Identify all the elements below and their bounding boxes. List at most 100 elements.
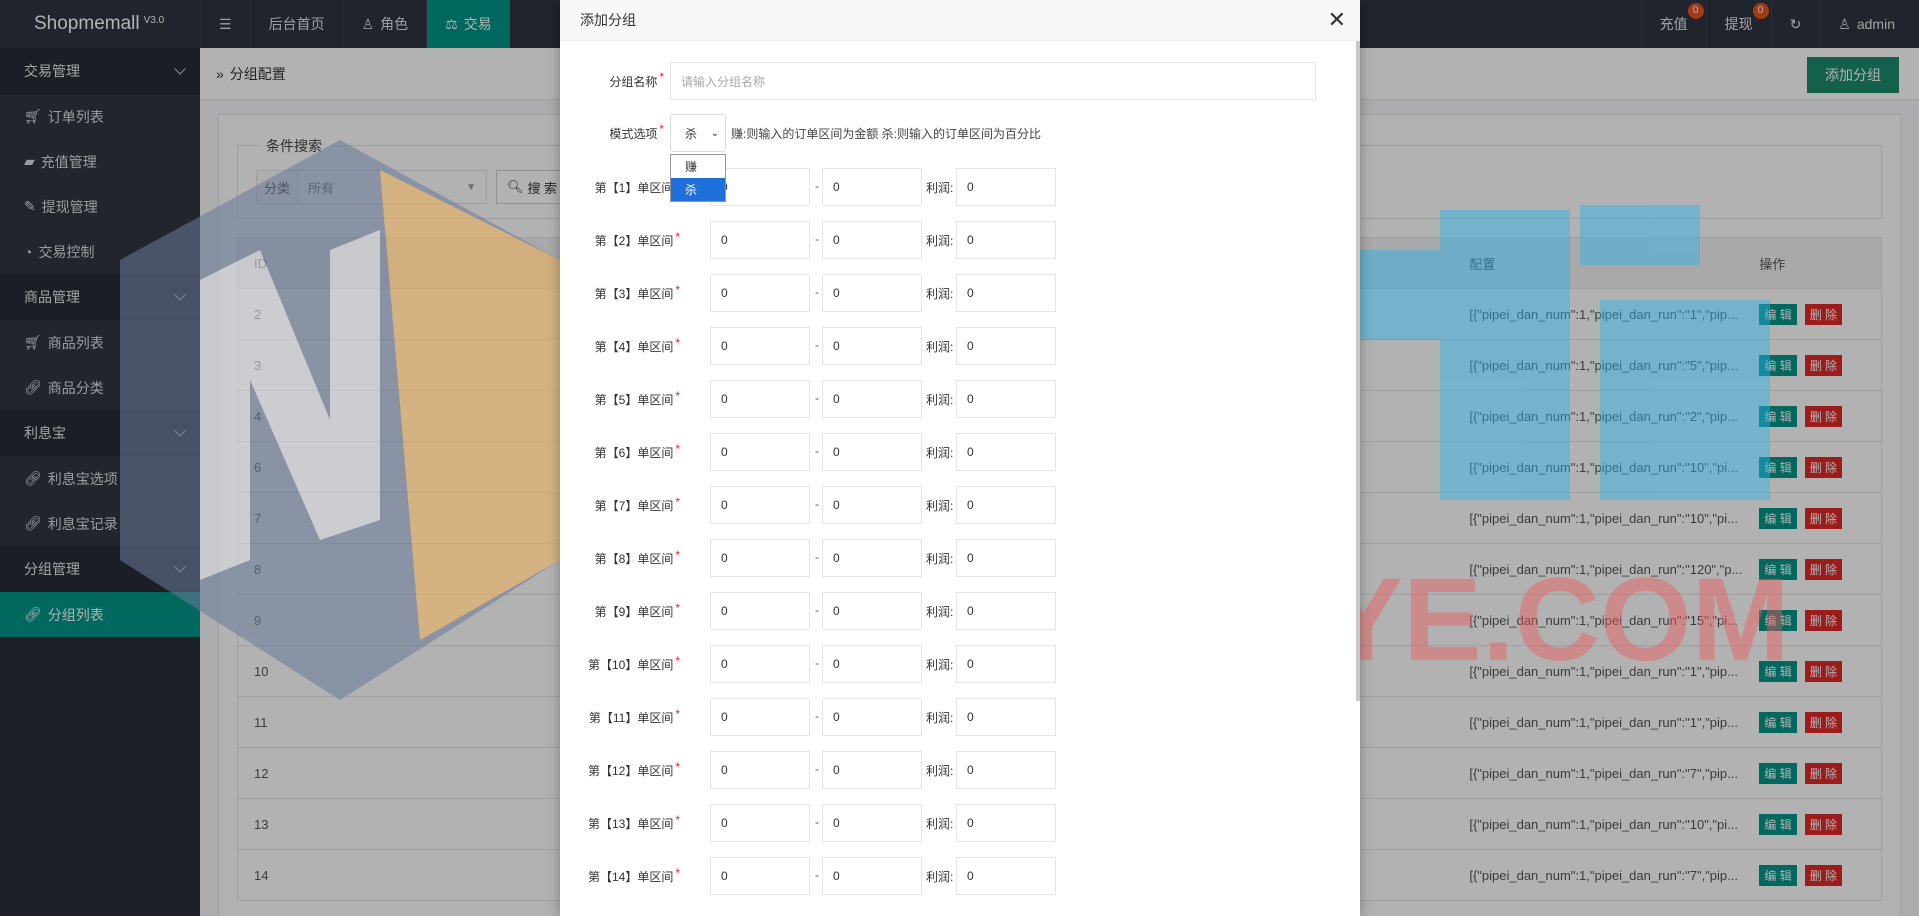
required-mark: *: [675, 442, 680, 456]
modal-title: 添加分组: [580, 12, 636, 28]
range-from-input[interactable]: 0: [710, 751, 810, 789]
profit-label: 利润:: [926, 764, 954, 778]
profit-input[interactable]: 0: [956, 698, 1056, 736]
required-mark: *: [659, 70, 664, 84]
range-label: 第【3】单区间 *: [594, 283, 680, 301]
range-dash: -: [815, 603, 819, 617]
range-to-input[interactable]: 0: [822, 486, 922, 524]
required-mark: *: [675, 389, 680, 403]
range-dash: -: [815, 868, 819, 882]
range-from-input[interactable]: 0: [710, 486, 810, 524]
range-to-input[interactable]: 0: [822, 327, 922, 365]
required-mark: *: [675, 601, 680, 615]
profit-input[interactable]: 0: [956, 539, 1056, 577]
profit-label: 利润:: [926, 870, 954, 884]
range-dash: -: [815, 179, 819, 193]
profit-input[interactable]: 0: [956, 592, 1056, 630]
profit-input[interactable]: 0: [956, 327, 1056, 365]
range-from-input[interactable]: 0: [710, 327, 810, 365]
range-to-input[interactable]: 0: [822, 857, 922, 895]
range-dash: -: [815, 338, 819, 352]
profit-label: 利润:: [926, 340, 954, 354]
profit-label: 利润:: [926, 817, 954, 831]
required-mark: *: [675, 866, 680, 880]
modal-scrollbar[interactable]: [1356, 41, 1360, 701]
range-to-input[interactable]: 0: [822, 698, 922, 736]
range-dash: -: [815, 391, 819, 405]
range-from-input[interactable]: 0: [710, 433, 810, 471]
range-from-input[interactable]: 0: [710, 857, 810, 895]
range-from-input[interactable]: 0: [710, 221, 810, 259]
range-dash: -: [815, 550, 819, 564]
profit-label: 利润:: [926, 287, 954, 301]
range-dash: -: [815, 815, 819, 829]
profit-label: 利润:: [926, 711, 954, 725]
profit-label: 利润:: [926, 605, 954, 619]
range-label: 第【1】单区间*: [560, 177, 680, 196]
range-to-input[interactable]: 0: [822, 645, 922, 683]
range-from-input[interactable]: 0: [710, 592, 810, 630]
profit-label: 利润:: [926, 393, 954, 407]
range-to-input[interactable]: 0: [822, 592, 922, 630]
profit-input[interactable]: 0: [956, 168, 1056, 206]
range-label: 第【12】单区间 *: [587, 760, 680, 778]
profit-input[interactable]: 0: [956, 433, 1056, 471]
add-group-modal: 添加分组 ✕ 分组名称 * 请输入分组名称 模式选项 * 杀 ⌄ 赚:则输入的订单区…: [560, 0, 1360, 916]
profit-input[interactable]: 0: [956, 804, 1056, 842]
profit-label: 利润:: [926, 446, 954, 460]
required-mark: *: [675, 654, 680, 668]
modal-header: 添加分组: [560, 0, 1360, 41]
range-label: 第【14】单区间 *: [587, 866, 680, 884]
chevron-down-icon: ⌄: [710, 127, 719, 139]
range-dash: -: [815, 656, 819, 670]
required-mark: *: [675, 548, 680, 562]
range-to-input[interactable]: 0: [822, 221, 922, 259]
range-to-input[interactable]: 0: [822, 433, 922, 471]
required-mark: *: [675, 336, 680, 350]
name-label-row: 分组名称 *: [560, 62, 664, 100]
range-label: 第【5】单区间 *: [594, 389, 680, 407]
range-label: 第【8】单区间 *: [594, 548, 680, 566]
profit-label: 利润:: [926, 181, 954, 195]
profit-input[interactable]: 0: [956, 645, 1056, 683]
range-from-input[interactable]: 0: [710, 380, 810, 418]
range-dash: -: [815, 444, 819, 458]
profit-label: 利润:: [926, 234, 954, 248]
required-mark: *: [675, 760, 680, 774]
mode-option-kill[interactable]: 杀: [671, 178, 725, 201]
profit-label: 利润:: [926, 552, 954, 566]
range-to-input[interactable]: 0: [822, 751, 922, 789]
mode-help-text: 赚:则输入的订单区间为金额 杀:则输入的订单区间为百分比: [731, 126, 1042, 141]
profit-input[interactable]: 0: [956, 486, 1056, 524]
range-from-input[interactable]: 0: [710, 804, 810, 842]
group-name-input[interactable]: 请输入分组名称: [670, 62, 1316, 100]
mode-option-earn[interactable]: 赚: [671, 155, 725, 178]
profit-input[interactable]: 0: [956, 380, 1056, 418]
required-mark: *: [659, 122, 664, 136]
range-from-input[interactable]: 0: [710, 645, 810, 683]
range-from-input[interactable]: 0: [710, 274, 810, 312]
profit-input[interactable]: 0: [956, 751, 1056, 789]
profit-input[interactable]: 0: [956, 274, 1056, 312]
range-dash: -: [815, 709, 819, 723]
required-mark: *: [675, 230, 680, 244]
range-to-input[interactable]: 0: [822, 168, 922, 206]
range-from-input[interactable]: 0: [710, 539, 810, 577]
range-label: 第【10】单区间 *: [587, 654, 680, 672]
mode-label-row: 模式选项 *: [560, 114, 664, 152]
range-to-input[interactable]: 0: [822, 804, 922, 842]
range-from-input[interactable]: 0: [710, 698, 810, 736]
range-label: 第【7】单区间 *: [594, 495, 680, 513]
mode-label: 模式选项: [609, 126, 658, 141]
profit-label: 利润:: [926, 499, 954, 513]
range-to-input[interactable]: 0: [822, 539, 922, 577]
range-to-input[interactable]: 0: [822, 380, 922, 418]
mode-select-value: 杀: [685, 126, 698, 141]
mode-select[interactable]: 杀 ⌄: [670, 114, 726, 152]
required-mark: *: [675, 813, 680, 827]
range-to-input[interactable]: 0: [822, 274, 922, 312]
group-name-label: 分组名称: [609, 74, 658, 89]
close-icon[interactable]: ✕: [1328, 9, 1346, 31]
profit-input[interactable]: 0: [956, 221, 1056, 259]
profit-input[interactable]: 0: [956, 857, 1056, 895]
